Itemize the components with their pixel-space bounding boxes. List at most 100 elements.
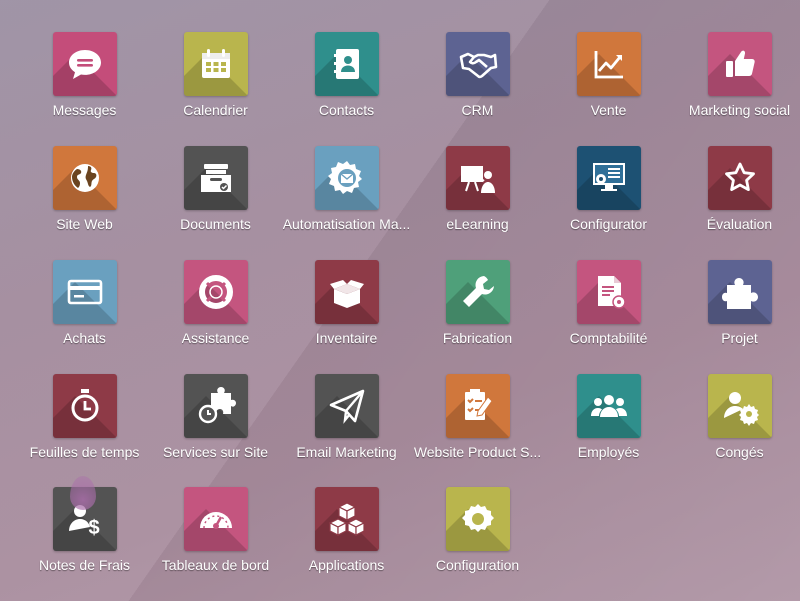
open-box-icon (329, 280, 364, 308)
app-tile[interactable] (314, 32, 379, 96)
app-grid: Messages Calendrier Contacts CRM Vente Market… (0, 0, 800, 601)
app-inventaire[interactable]: Inventaire (281, 260, 412, 366)
people-group-icon (590, 395, 627, 417)
app-calendrier[interactable]: Calendrier (150, 32, 281, 138)
app-tableaux-de-bord[interactable]: Tableaux de bord (150, 487, 281, 593)
app-tile[interactable] (183, 260, 248, 324)
app-label: Comptabilité (569, 330, 648, 346)
app-label: Applications (308, 557, 385, 573)
app-tile[interactable] (445, 32, 510, 96)
app-tile[interactable] (576, 32, 641, 96)
app-site-web[interactable]: Site Web (19, 146, 150, 252)
app-tile[interactable] (314, 487, 379, 551)
app-tile[interactable] (52, 374, 117, 438)
app-tile[interactable] (445, 487, 510, 551)
app-label: Employés (577, 444, 640, 460)
person-dollar-icon: $ (68, 505, 99, 539)
app-configuration[interactable]: Configuration (412, 487, 543, 593)
app-fabrication[interactable]: Fabrication (412, 260, 543, 366)
app-congés[interactable]: Congés (674, 374, 800, 480)
monitor-gears-icon (592, 163, 625, 191)
app-comptabilité[interactable]: Comptabilité (543, 260, 674, 366)
app-tile[interactable] (576, 374, 641, 438)
app-elearning[interactable]: eLearning (412, 146, 543, 252)
speedometer-icon (199, 512, 232, 529)
app-label: Automatisation Ma... (282, 216, 411, 232)
app-évaluation[interactable]: Évaluation (674, 146, 800, 252)
app-services-sur-site[interactable]: Services sur Site (150, 374, 281, 480)
app-achats[interactable]: Achats (19, 260, 150, 366)
app-automatisation-ma[interactable]: Automatisation Ma... (281, 146, 412, 252)
app-label: Feuilles de temps (29, 444, 140, 460)
app-vente[interactable]: Vente (543, 32, 674, 138)
app-tile[interactable] (707, 32, 772, 96)
app-tile[interactable]: $ (52, 487, 117, 551)
app-label: CRM (461, 102, 494, 118)
app-contacts[interactable]: Contacts (281, 32, 412, 138)
app-projet[interactable]: Projet (674, 260, 800, 366)
document-tray-icon (200, 164, 231, 192)
app-notes-de-frais[interactable]: $ Notes de Frais (19, 487, 150, 593)
app-tile[interactable] (576, 260, 641, 324)
app-website-product-s[interactable]: Website Product S... (412, 374, 543, 480)
app-documents[interactable]: Documents (150, 146, 281, 252)
app-label: Fabrication (442, 330, 513, 346)
app-label: Marketing social (688, 102, 791, 118)
puzzle-piece-icon (721, 278, 758, 309)
app-messages[interactable]: Messages (19, 32, 150, 138)
app-crm[interactable]: CRM (412, 32, 543, 138)
app-tile[interactable] (445, 146, 510, 210)
app-tile[interactable] (183, 487, 248, 551)
app-label: Inventaire (315, 330, 378, 346)
app-label: Configurator (569, 216, 648, 232)
app-employés[interactable]: Employés (543, 374, 674, 480)
stopwatch-icon (71, 389, 98, 422)
credit-card-icon (67, 279, 102, 305)
app-tile[interactable] (707, 374, 772, 438)
thumbs-up-icon (725, 50, 755, 77)
calendar-icon (201, 49, 230, 78)
app-tile[interactable] (52, 260, 117, 324)
app-applications[interactable]: Applications (281, 487, 412, 593)
cubes-icon (328, 502, 365, 536)
chat-bubble-icon (68, 50, 101, 79)
app-tile[interactable] (314, 374, 379, 438)
person-gear-icon (723, 392, 759, 426)
app-tile[interactable] (183, 146, 248, 210)
app-tile[interactable] (314, 260, 379, 324)
checklist-pencil-icon (464, 389, 493, 420)
app-label: Calendrier (183, 102, 248, 118)
sales-chart-icon (594, 51, 623, 79)
app-label: Achats (63, 330, 106, 346)
app-tile[interactable] (576, 146, 641, 210)
app-assistance[interactable]: Assistance (150, 260, 281, 366)
handshake-icon (459, 52, 497, 79)
app-tile[interactable] (707, 146, 772, 210)
lifebuoy-icon (198, 275, 233, 309)
app-label: Projet (721, 330, 758, 346)
app-tile[interactable] (314, 146, 379, 210)
app-tile[interactable] (52, 146, 117, 210)
puzzle-timer-icon (198, 387, 236, 424)
app-label: Email Marketing (296, 444, 397, 460)
app-marketing-social[interactable]: Marketing social (674, 32, 800, 138)
app-feuilles-de-temps[interactable]: Feuilles de temps (19, 374, 150, 480)
app-label: Contacts (318, 102, 375, 118)
app-tile[interactable] (183, 374, 248, 438)
wrench-icon (462, 276, 494, 307)
address-book-icon (333, 49, 359, 79)
app-label: Services sur Site (162, 444, 269, 460)
app-label: Website Product S... (413, 444, 542, 460)
app-tile[interactable] (707, 260, 772, 324)
app-email-marketing[interactable]: Email Marketing (281, 374, 412, 480)
svg-text:$: $ (88, 517, 99, 539)
app-tile[interactable] (52, 32, 117, 96)
app-configurator[interactable]: Configurator (543, 146, 674, 252)
app-tile[interactable] (445, 260, 510, 324)
app-tile[interactable] (183, 32, 248, 96)
app-tile[interactable] (445, 374, 510, 438)
app-label: Vente (590, 102, 627, 118)
app-label: Documents (180, 216, 251, 232)
invoice-gear-icon (597, 276, 626, 309)
app-label: Site Web (56, 216, 113, 232)
